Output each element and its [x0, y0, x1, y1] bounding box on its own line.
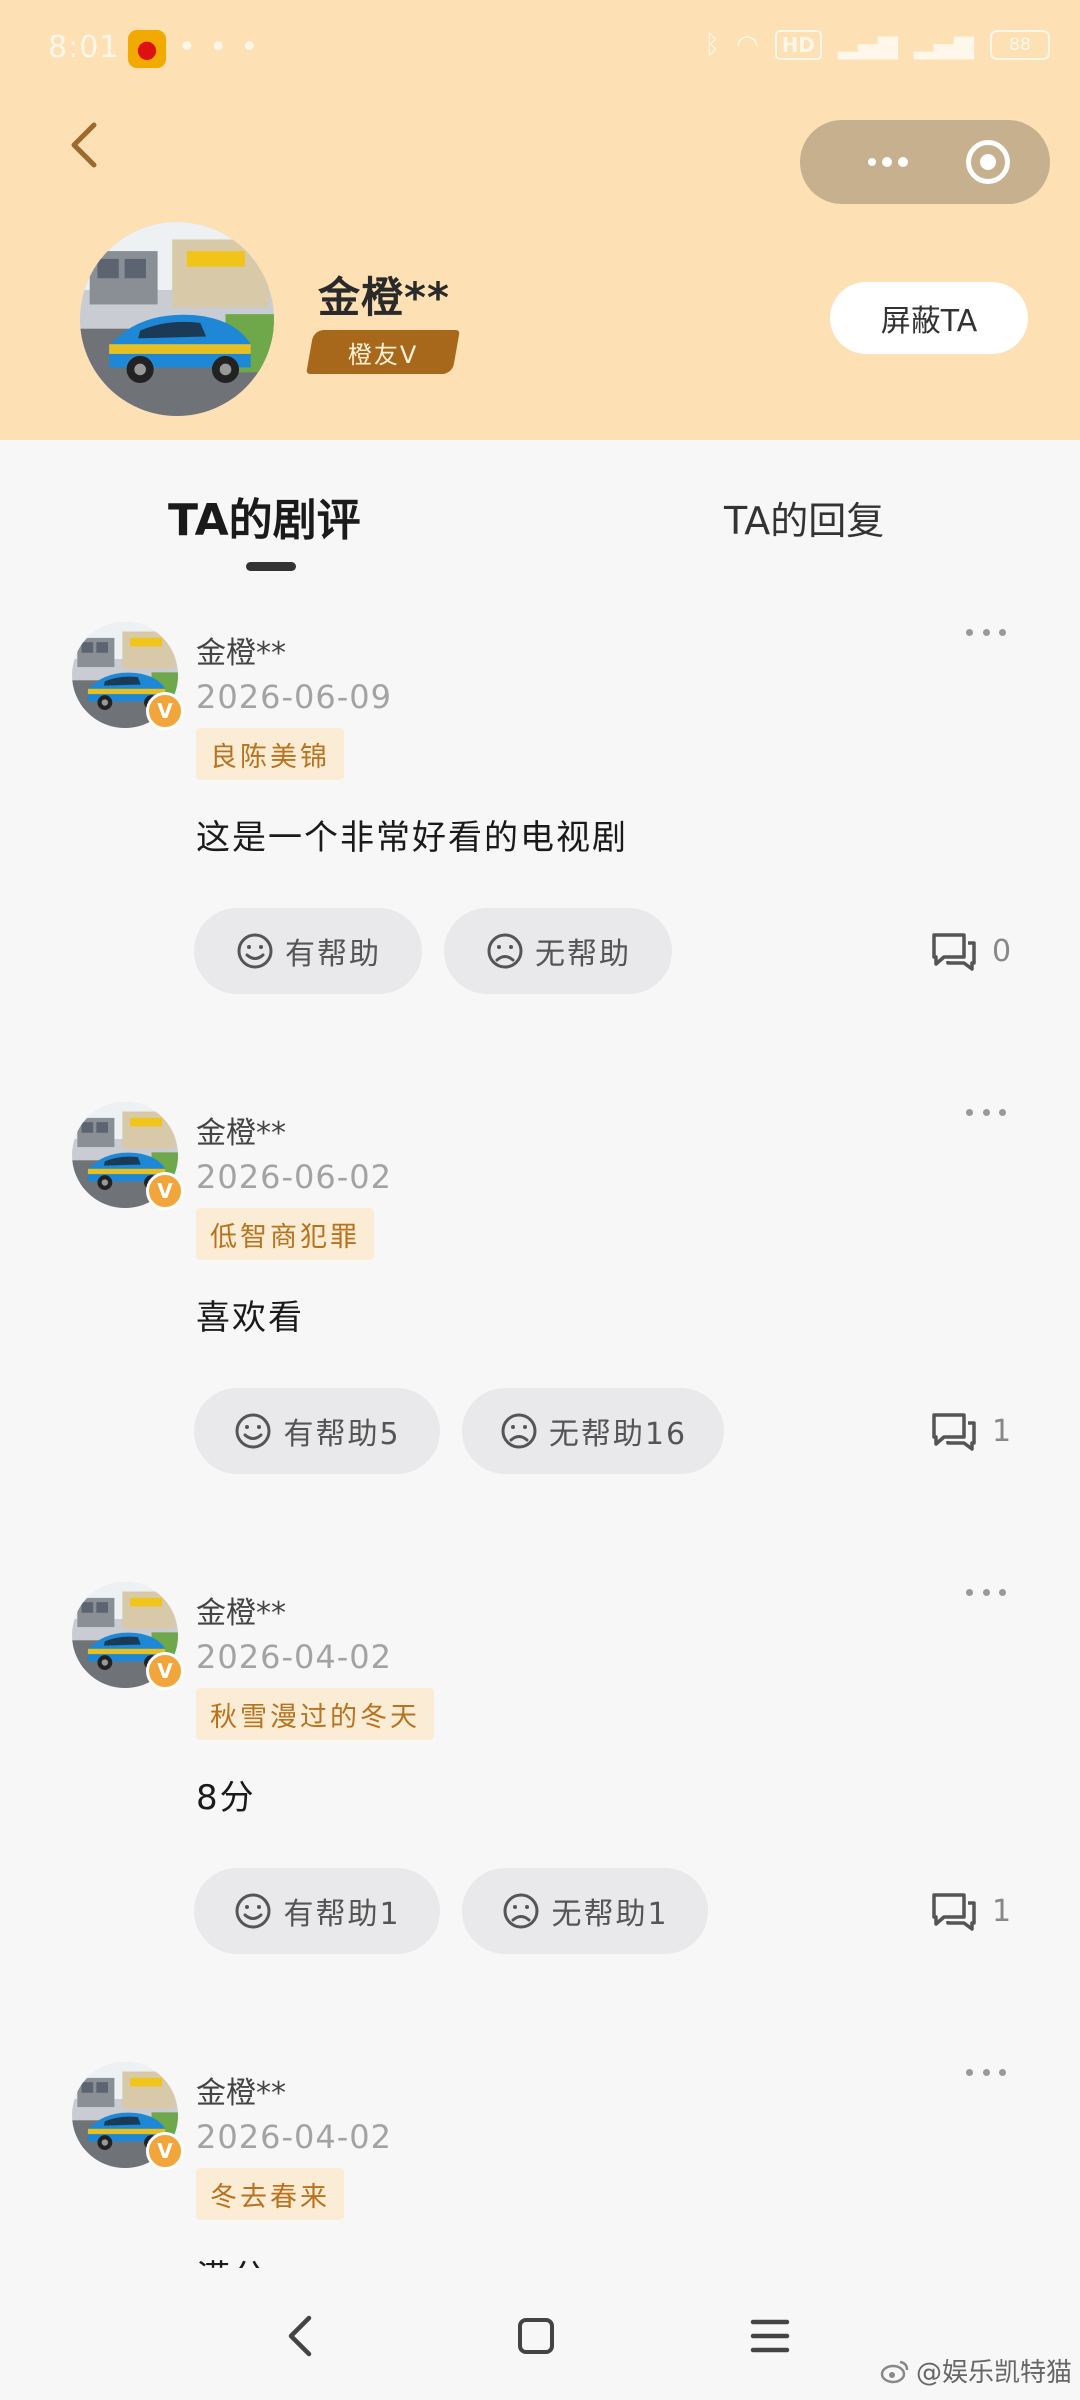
- review-username: 金橙**: [196, 2076, 286, 2111]
- review-text: 这是一个非常好看的电视剧: [196, 818, 628, 858]
- review-card: V 金橙** 2026-04-02 冬去春来 满分: [0, 2062, 1080, 2268]
- helpful-button[interactable]: 有帮助5: [194, 1388, 440, 1474]
- review-card: V 金橙** 2026-06-02 低智商犯罪 喜欢看 有帮助5 无帮助16 1: [0, 1102, 1080, 1542]
- review-text: 满分: [196, 2250, 268, 2268]
- wifi-icon: ◠: [735, 30, 759, 60]
- block-user-button[interactable]: 屏蔽TA: [830, 282, 1028, 354]
- nav-menu-button[interactable]: [740, 2306, 800, 2366]
- watermark: @娱乐凯特猫: [880, 2352, 1072, 2389]
- review-username: 金橙**: [196, 1116, 286, 1151]
- tab-bar: TA的剧评 TA的回复: [0, 440, 1080, 590]
- unhelpful-label: 无帮助16: [548, 1417, 688, 1452]
- unhelpful-label: 无帮助1: [551, 1897, 669, 1932]
- helpful-label: 有帮助: [285, 937, 381, 972]
- unhelpful-label: 无帮助: [535, 937, 631, 972]
- tab-reviews[interactable]: TA的剧评: [168, 484, 361, 548]
- verified-badge: V: [146, 2132, 184, 2170]
- frown-icon: [487, 933, 523, 969]
- unhelpful-button[interactable]: 无帮助: [444, 908, 672, 994]
- profile-avatar: [80, 222, 274, 416]
- weibo-app-icon: ●: [128, 30, 166, 68]
- review-date: 2026-04-02: [196, 2118, 392, 2156]
- review-username: 金橙**: [196, 636, 286, 671]
- battery-icon: 88: [990, 30, 1050, 60]
- helpful-label: 有帮助1: [283, 1897, 401, 1932]
- nav-menu-icon: [750, 2319, 790, 2353]
- frown-icon: [503, 1893, 539, 1929]
- back-arrow-icon: [71, 122, 97, 168]
- comment-icon: [932, 1413, 976, 1451]
- member-badge: 橙友V: [306, 330, 460, 374]
- target-icon[interactable]: [966, 140, 1010, 184]
- more-options-icon[interactable]: [966, 2062, 1006, 2082]
- hd-badge: HD: [774, 30, 822, 60]
- more-options-icon[interactable]: [966, 1102, 1006, 1122]
- comment-icon: [932, 933, 976, 971]
- nav-back-button[interactable]: [270, 2306, 330, 2366]
- nav-home-button[interactable]: [506, 2306, 566, 2366]
- show-tag[interactable]: 秋雪漫过的冬天: [196, 1688, 434, 1740]
- review-date: 2026-06-02: [196, 1158, 392, 1196]
- profile-name: 金橙**: [318, 273, 450, 322]
- comments-button[interactable]: 0: [930, 928, 1011, 974]
- nav-home-icon: [518, 2318, 554, 2354]
- comments-count: 1: [992, 1893, 1012, 1929]
- helpful-label: 有帮助5: [283, 1417, 401, 1452]
- review-text: 8分: [196, 1778, 256, 1818]
- signal-2-icon: ▂▄▆: [914, 30, 974, 60]
- unhelpful-button[interactable]: 无帮助1: [462, 1868, 708, 1954]
- helpful-button[interactable]: 有帮助: [194, 908, 422, 994]
- more-dots-icon[interactable]: [828, 120, 948, 204]
- review-card: V 金橙** 2026-06-09 良陈美锦 这是一个非常好看的电视剧 有帮助 …: [0, 622, 1080, 1062]
- profile-header: 8:01 ● • • • ᛒ ◠ HD ▂▄▆ ▂▄▆ 88 金橙** 橙友V …: [0, 0, 1080, 440]
- review-card: V 金橙** 2026-04-02 秋雪漫过的冬天 8分 有帮助1 无帮助1 1: [0, 1582, 1080, 2022]
- show-tag[interactable]: 低智商犯罪: [196, 1208, 374, 1260]
- verified-badge: V: [146, 1172, 184, 1210]
- review-text: 喜欢看: [196, 1298, 304, 1338]
- verified-badge: V: [146, 1652, 184, 1690]
- more-options-icon[interactable]: [966, 1582, 1006, 1602]
- weibo-logo-icon: [880, 2360, 909, 2383]
- comment-icon: [932, 1893, 976, 1931]
- comments-button[interactable]: 1: [930, 1888, 1011, 1934]
- smile-icon: [237, 933, 273, 969]
- active-tab-indicator: [246, 562, 296, 571]
- signal-icon: ▂▄▆: [838, 30, 898, 60]
- comments-count: 1: [992, 1413, 1012, 1449]
- show-tag[interactable]: 冬去春来: [196, 2168, 344, 2220]
- review-date: 2026-04-02: [196, 1638, 392, 1676]
- helpful-button[interactable]: 有帮助1: [194, 1868, 440, 1954]
- member-badge-label: 橙友V: [347, 340, 419, 369]
- smile-icon: [235, 1413, 271, 1449]
- status-bar: 8:01 ● • • • ᛒ ◠ HD ▂▄▆ ▂▄▆ 88: [0, 0, 1080, 100]
- review-date: 2026-06-09: [196, 678, 392, 716]
- smile-icon: [235, 1893, 271, 1929]
- comments-button[interactable]: 1: [930, 1408, 1011, 1454]
- miniapp-capsule: [800, 120, 1050, 204]
- review-username: 金橙**: [196, 1596, 286, 1631]
- comments-count: 0: [992, 933, 1012, 969]
- unhelpful-button[interactable]: 无帮助16: [462, 1388, 724, 1474]
- bluetooth-icon: ᛒ: [704, 30, 720, 60]
- verified-badge: V: [146, 692, 184, 730]
- frown-icon: [501, 1413, 537, 1449]
- show-tag[interactable]: 良陈美锦: [196, 728, 344, 780]
- nav-back-icon: [288, 2315, 312, 2357]
- status-icons: ᛒ ◠ HD ▂▄▆ ▂▄▆ 88: [704, 30, 1050, 60]
- back-button[interactable]: [54, 112, 114, 178]
- tab-replies[interactable]: TA的回复: [724, 490, 884, 545]
- watermark-text: @娱乐凯特猫: [916, 2358, 1073, 2388]
- more-options-icon[interactable]: [966, 622, 1006, 642]
- status-time: 8:01: [48, 30, 120, 65]
- notification-dots: • • •: [178, 30, 261, 65]
